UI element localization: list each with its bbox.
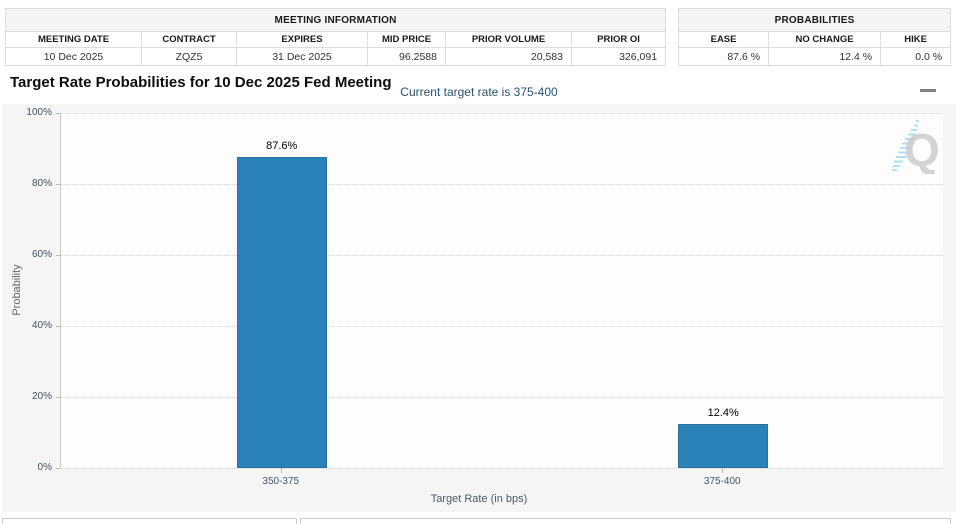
chart-panel: Target Rate Probabilities for 10 Dec 202…: [2, 68, 956, 512]
quikstrike-watermark-icon: Q: [884, 116, 942, 176]
meeting-information-data-row: 10 Dec 2025 ZQZ5 31 Dec 2025 96.2588 20,…: [5, 47, 667, 66]
chart-subtitle: Current target rate is 375-400: [400, 85, 558, 99]
meeting-information-title: MEETING INFORMATION: [4, 8, 667, 32]
x-axis-tick: [722, 468, 724, 473]
col-hike: HIKE: [880, 31, 952, 48]
gridline: [61, 255, 943, 256]
next-panel-stub-left: [2, 518, 297, 524]
col-expires: EXPIRES: [236, 31, 368, 48]
col-prior-volume: PRIOR VOLUME: [445, 31, 572, 48]
bar-value-label: 87.6%: [266, 140, 298, 153]
cell-expires: 31 Dec 2025: [236, 47, 368, 66]
col-meeting-date: MEETING DATE: [5, 31, 142, 48]
y-axis-tick: [56, 184, 60, 185]
x-axis-tick: [280, 468, 282, 473]
top-tables: MEETING INFORMATION MEETING DATE CONTRAC…: [4, 8, 952, 66]
next-panel-stub-right: [300, 518, 951, 524]
bar-value-label: 12.4%: [707, 406, 739, 419]
y-axis-tick: [56, 326, 60, 327]
x-axis-label: 375-400: [703, 476, 741, 487]
meeting-information-table: MEETING INFORMATION MEETING DATE CONTRAC…: [4, 8, 667, 66]
col-mid-price: MID PRICE: [367, 31, 446, 48]
probabilities-header-row: EASE NO CHANGE HIKE: [678, 31, 952, 48]
cell-meeting-date: 10 Dec 2025: [5, 47, 142, 66]
x-axis-label: 350-375: [262, 476, 300, 487]
col-contract: CONTRACT: [141, 31, 237, 48]
col-no-change: NO CHANGE: [768, 31, 882, 48]
y-axis-label: 60%: [31, 249, 52, 260]
probability-bar-375-400[interactable]: [678, 423, 769, 468]
y-axis-tick: [56, 113, 60, 114]
plot-area: 87.6% 12.4%: [60, 113, 943, 469]
y-axis-label: 100%: [26, 107, 52, 118]
cell-hike: 0.0 %: [880, 47, 952, 66]
gridline: [61, 326, 943, 327]
y-axis-label: 80%: [31, 178, 52, 189]
fedwatch-page: MEETING INFORMATION MEETING DATE CONTRAC…: [0, 0, 958, 524]
cell-mid-price: 96.2588: [367, 47, 446, 66]
meeting-information-header-row: MEETING DATE CONTRACT EXPIRES MID PRICE …: [5, 31, 667, 48]
col-prior-oi: PRIOR OI: [570, 31, 667, 48]
probabilities-title: PROBABILITIES: [678, 8, 952, 32]
probabilities-data-row: 87.6 % 12.4 % 0.0 %: [678, 47, 952, 66]
cell-prior-volume: 20,583: [445, 47, 572, 66]
y-axis-tick: [56, 468, 60, 469]
cell-ease: 87.6 %: [678, 47, 770, 66]
gridline: [61, 184, 943, 185]
probabilities-table: PROBABILITIES EASE NO CHANGE HIKE 87.6 %…: [678, 8, 952, 66]
gridline: [61, 113, 943, 114]
x-axis-title: Target Rate (in bps): [430, 493, 528, 505]
cell-contract: ZQZ5: [141, 47, 237, 66]
y-axis-label: 20%: [31, 391, 52, 402]
chart-body: 87.6% 12.4% Probability Target Rate (in b…: [2, 104, 956, 512]
svg-text:Q: Q: [904, 124, 940, 174]
y-axis-label: 0%: [37, 462, 52, 473]
y-axis-label: 40%: [31, 320, 52, 331]
gridline: [61, 468, 943, 469]
y-axis-tick: [56, 255, 60, 256]
cell-prior-oi: 326,091: [570, 47, 667, 66]
y-axis-tick: [56, 397, 60, 398]
y-axis-title: Probability: [11, 264, 23, 316]
cell-no-change: 12.4 %: [768, 47, 882, 66]
probability-bar-350-375[interactable]: [236, 157, 327, 468]
col-ease: EASE: [678, 31, 770, 48]
gridline: [61, 397, 943, 398]
